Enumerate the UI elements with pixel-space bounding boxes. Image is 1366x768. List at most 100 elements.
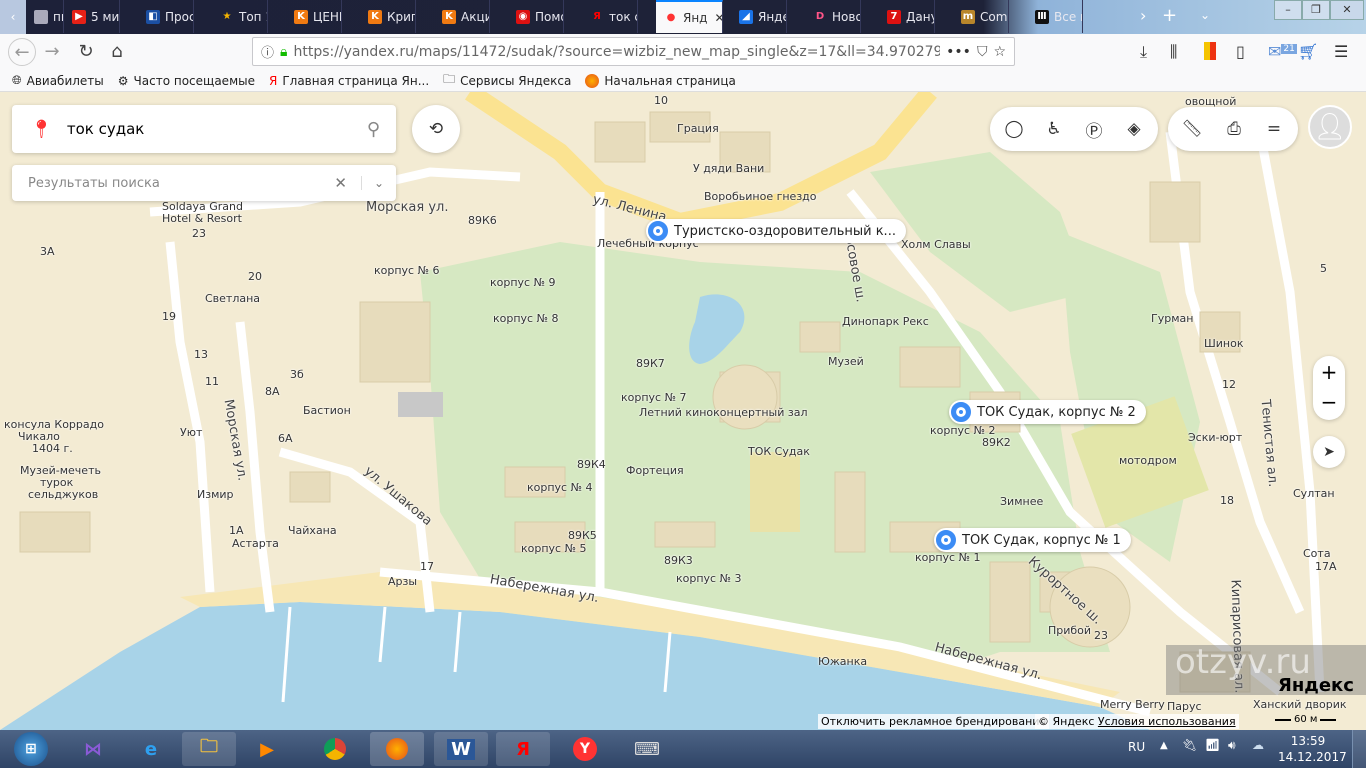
tabs-scroll-right[interactable]: › xyxy=(1140,6,1146,25)
map-poi-label[interactable]: Динопарк Рекс xyxy=(842,315,929,328)
info-icon[interactable]: ⓘ xyxy=(261,42,274,61)
map-poi-label[interactable]: Светлана xyxy=(205,292,260,305)
map-poi-label[interactable]: корпус № 8 xyxy=(493,312,559,325)
download-icon[interactable]: ⤓ xyxy=(1140,42,1147,62)
map-poi-label[interactable]: 89К2 xyxy=(982,436,1011,449)
map-poi-label[interactable]: Воробьиное гнездо xyxy=(704,190,817,203)
power-icon[interactable]: 🔌︎ xyxy=(1182,738,1197,752)
url-text[interactable]: https://yandex.ru/maps/11472/sudak/?sour… xyxy=(293,44,940,60)
tab-12[interactable]: 7 Дану В xyxy=(879,0,935,33)
start-button[interactable]: ⊞ xyxy=(14,732,48,766)
notifications-icon[interactable]: ✉ 21 xyxy=(1268,42,1297,61)
bookmark-star-icon[interactable]: ☆ xyxy=(993,44,1006,60)
map-poi-label[interactable]: 11 xyxy=(205,375,219,388)
map-poi-label[interactable]: Фортеция xyxy=(626,464,684,477)
disable-branding-link[interactable]: Отключить рекламное брендирование xyxy=(818,714,1050,729)
map-poi-label[interactable]: 89К6 xyxy=(468,214,497,227)
map-poi-label[interactable]: 89К3 xyxy=(664,554,693,567)
tab-14[interactable]: Ⅲ Все ге xyxy=(1027,0,1083,33)
map-poi-label[interactable]: 1404 г. xyxy=(32,442,73,455)
taskbar-word-icon[interactable]: W xyxy=(434,732,488,766)
map-poi-label[interactable]: корпус № 4 xyxy=(527,481,593,494)
map-poi-label[interactable]: Холм Славы xyxy=(901,238,971,251)
menu-button[interactable]: = xyxy=(1254,109,1294,149)
map-poi-label[interactable]: 89К4 xyxy=(577,458,606,471)
map-poi-label[interactable]: Астарта xyxy=(232,537,279,550)
tab-6[interactable]: K Акция xyxy=(434,0,490,33)
map-poi-label[interactable]: Merry Berry xyxy=(1100,698,1165,711)
map-poi-label[interactable]: Эски-юрт xyxy=(1188,431,1242,444)
map-poi-label[interactable]: 12 xyxy=(1222,378,1236,391)
bookmark-ribbon-icon[interactable] xyxy=(1204,42,1216,60)
sidebar-icon[interactable]: ▯ xyxy=(1236,42,1245,61)
traffic-button[interactable]: ◯ xyxy=(994,109,1034,149)
search-icon[interactable]: ⚲ xyxy=(367,119,380,140)
tab-7[interactable]: ◉ Помо xyxy=(508,0,564,33)
tab-3[interactable]: ★ Топ 15 xyxy=(212,0,268,33)
map-poi-label[interactable]: Музей xyxy=(828,355,864,368)
map-poi-label[interactable]: Чайхана xyxy=(288,524,337,537)
map-poi-label[interactable]: 17 xyxy=(420,560,434,573)
map-poi-label[interactable]: мотодром xyxy=(1119,454,1177,467)
taskbar-keyboard-icon[interactable]: ⌨ xyxy=(620,732,674,766)
map-canvas[interactable]: ул. Ленина Морская ул. Морская ул. ул. Ушак… xyxy=(0,92,1366,730)
address-bar[interactable]: ⓘ 🔒︎ https://yandex.ru/maps/11472/sudak/… xyxy=(252,37,1015,66)
bookmark-yandex-services[interactable]: 🗀 Сервисы Яндекса xyxy=(443,70,571,91)
layers-button[interactable]: ◈ xyxy=(1114,109,1154,149)
language-indicator[interactable]: RU xyxy=(1128,740,1145,754)
map-poi-label[interactable]: 1А xyxy=(229,524,244,537)
bookmark-most-visited[interactable]: ⚙ Часто посещаемые xyxy=(118,74,255,88)
result-pin-korpus-1[interactable]: ТОК Судак, корпус № 1 xyxy=(934,528,1131,552)
map-poi-label[interactable]: 17А xyxy=(1315,560,1337,573)
taskbar-yandex-browser-icon[interactable]: Y xyxy=(558,732,612,766)
network-icon[interactable]: 📶︎ xyxy=(1205,738,1220,752)
map-poi-label[interactable]: У дяди Вани xyxy=(693,162,764,175)
map-poi-label[interactable]: Южанка xyxy=(818,655,867,668)
tab-1[interactable]: ▶ 5 миф xyxy=(64,0,120,33)
map-poi-label[interactable]: 3б xyxy=(290,368,304,381)
show-desktop-button[interactable] xyxy=(1352,730,1366,768)
library-icon[interactable]: ⫼ xyxy=(1170,42,1177,62)
result-pin-tourist-complex[interactable]: Туристско-оздоровительный к... xyxy=(646,219,906,243)
print-button[interactable]: ⎙ xyxy=(1214,109,1254,149)
terms-link[interactable]: Условия использования xyxy=(1098,715,1236,728)
map-poi-label[interactable]: Прибой xyxy=(1048,624,1091,637)
map-poi-label[interactable]: Султан xyxy=(1293,487,1335,500)
map-poi-label[interactable]: 13 xyxy=(194,348,208,361)
page-actions-icon[interactable]: ••• xyxy=(946,44,971,60)
map-poi-label[interactable]: корпус № 5 xyxy=(521,542,587,555)
map-poi-label[interactable]: 8А xyxy=(265,385,280,398)
new-tab-button[interactable]: + xyxy=(1162,5,1177,26)
map-poi-label[interactable]: Сота xyxy=(1303,547,1331,560)
close-window-button[interactable]: ✕ xyxy=(1330,0,1364,20)
map-poi-label[interactable]: Парус xyxy=(1167,700,1202,713)
map-poi-label[interactable]: корпус № 3 xyxy=(676,572,742,585)
taskbar-ie-icon[interactable]: e xyxy=(124,732,178,766)
tray-expand-icon[interactable]: ▲ xyxy=(1160,740,1168,751)
map-poi-label[interactable]: корпус № 9 xyxy=(490,276,556,289)
map-poi-label[interactable]: 89К5 xyxy=(568,529,597,542)
map-poi-label[interactable]: 5 xyxy=(1320,262,1327,275)
map-poi-label[interactable]: 20 xyxy=(248,270,262,283)
map-poi-label[interactable]: Зимнее xyxy=(1000,495,1043,508)
map-poi-label[interactable]: 89К7 xyxy=(636,357,665,370)
taskbar-yandex-icon[interactable]: Я xyxy=(496,732,550,766)
restore-button[interactable]: ❐ xyxy=(1302,0,1330,20)
clock[interactable]: 13:59 14.12.2017 xyxy=(1278,733,1347,765)
map-poi-label[interactable]: Арзы xyxy=(388,575,417,588)
map-poi-label[interactable]: Летний киноконцертный зал xyxy=(639,406,808,419)
map-poi-label[interactable]: корпус № 7 xyxy=(621,391,687,404)
cart-icon[interactable]: 🛒︎ xyxy=(1298,42,1318,61)
ruler-button[interactable]: 📏︎ xyxy=(1172,109,1212,149)
taskbar-vs-icon[interactable]: ⋈ xyxy=(66,732,120,766)
zoom-in-button[interactable]: + xyxy=(1313,356,1345,388)
result-pin-korpus-2[interactable]: ТОК Судак, корпус № 2 xyxy=(949,400,1146,424)
taskbar-chrome-icon[interactable] xyxy=(308,732,362,766)
locate-button[interactable]: ➤ xyxy=(1313,436,1345,468)
pocket-icon[interactable]: ⛉ xyxy=(977,44,988,60)
bookmark-yandex-home[interactable]: Я Главная страница Ян... xyxy=(269,74,429,88)
minimize-button[interactable]: – xyxy=(1274,0,1302,20)
close-tab-icon[interactable]: ✕ xyxy=(714,11,722,25)
tab-list-chevron[interactable]: ⌄ xyxy=(1200,8,1210,22)
parking-button[interactable]: Ⓟ xyxy=(1074,109,1114,149)
